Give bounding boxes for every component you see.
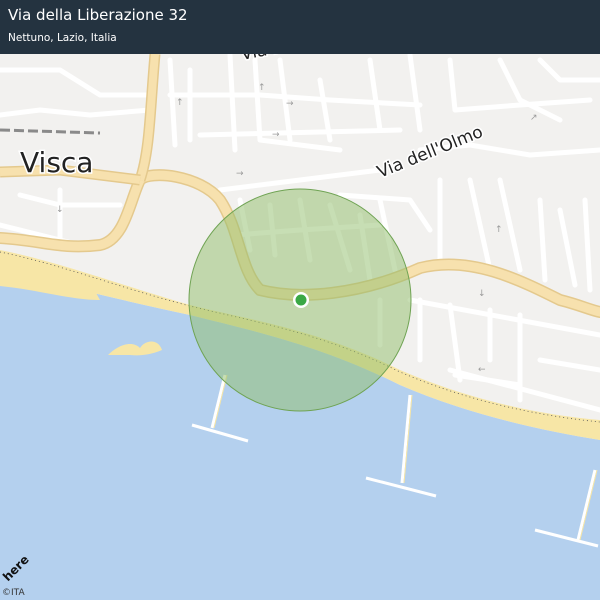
- svg-text:↓: ↓: [478, 289, 486, 299]
- map-canvas[interactable]: → → ← ↑ ↑ ↑ ↓ ↗ ↓ → Visca Via Ponserico …: [0, 0, 600, 600]
- address-title: Via della Liberazione 32: [8, 6, 188, 24]
- svg-text:→: →: [236, 169, 244, 179]
- location-dot-icon[interactable]: [295, 294, 307, 306]
- town-label: Visca: [20, 146, 93, 179]
- svg-text:→: →: [286, 99, 294, 109]
- address-subtitle: Nettuno, Lazio, Italia: [8, 32, 117, 44]
- svg-text:←: ←: [478, 365, 486, 375]
- svg-text:↑: ↑: [258, 83, 266, 93]
- svg-text:↗: ↗: [530, 113, 538, 123]
- svg-text:↓: ↓: [56, 205, 64, 215]
- svg-text:↑: ↑: [495, 225, 503, 235]
- svg-text:↑: ↑: [176, 98, 184, 108]
- address-header: Via della Liberazione 32 Nettuno, Lazio,…: [0, 0, 600, 54]
- svg-text:→: →: [272, 130, 280, 140]
- map-attribution[interactable]: ©ITA: [2, 588, 25, 598]
